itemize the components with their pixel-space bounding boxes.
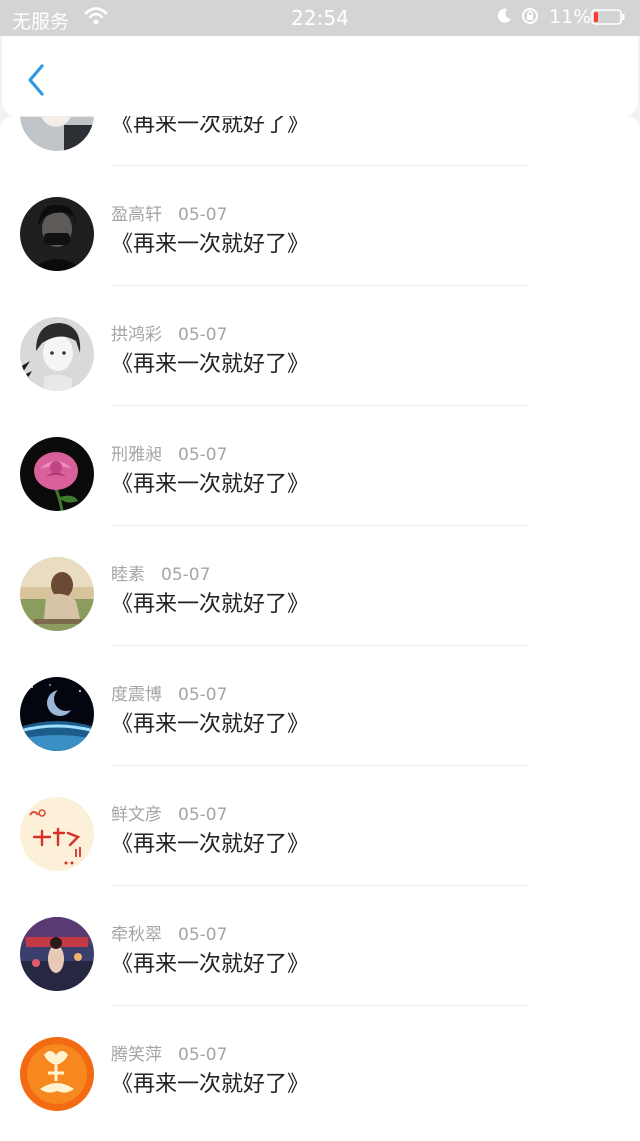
comment-date: 05-07: [161, 565, 211, 585]
list-item[interactable]: 牵秋翠 05-07 《再来一次就好了》: [0, 886, 640, 1006]
comment-meta: 睦素 05-07: [111, 560, 210, 585]
girl-field-icon: [20, 557, 94, 631]
username[interactable]: 腾笑萍: [111, 1040, 162, 1065]
list-item[interactable]: 刑雅昶 05-07 《再来一次就好了》: [0, 406, 640, 526]
battery-percent: 11%: [549, 6, 592, 28]
stage-icon: [20, 917, 94, 991]
battery-icon: [591, 9, 625, 25]
comment-text: 《再来一次就好了》: [111, 592, 310, 617]
comment-meta: 刑雅昶 05-07: [111, 440, 227, 465]
avatar-portrait-light-icon: [20, 116, 94, 151]
list-item[interactable]: 《再来一次就好了》: [0, 116, 640, 166]
avatar[interactable]: [20, 677, 94, 751]
comment-text: 《再来一次就好了》: [111, 712, 310, 737]
list-item[interactable]: 度震博 05-07 《再来一次就好了》: [0, 646, 640, 766]
username[interactable]: 睦素: [111, 560, 145, 585]
comment-date: 05-07: [178, 805, 228, 825]
moon-icon: [497, 8, 511, 23]
comment-date: 05-07: [178, 925, 228, 945]
comment-text: 《再来一次就好了》: [111, 352, 310, 377]
comment-date: 05-07: [178, 205, 228, 225]
rose-icon: [20, 437, 94, 511]
comment-date: 05-07: [178, 685, 228, 705]
navigation-bar: [2, 36, 638, 116]
avatar[interactable]: [20, 917, 94, 991]
avatar[interactable]: [20, 1037, 94, 1111]
list-item[interactable]: 盈高轩 05-07 《再来一次就好了》: [0, 166, 640, 286]
clock: 22:54: [291, 6, 349, 30]
list-item[interactable]: 鲜文彦 05-07 《再来一次就好了》: [0, 766, 640, 886]
planet-icon: [20, 677, 94, 751]
avatar[interactable]: [20, 317, 94, 391]
avatar[interactable]: [20, 116, 94, 151]
comment-meta: 度震博 05-07: [111, 680, 227, 705]
comment-meta: 牵秋翠 05-07: [111, 920, 227, 945]
comment-meta: 鲜文彦 05-07: [111, 800, 227, 825]
comment-text: 《再来一次就好了》: [111, 952, 310, 977]
comment-meta: 盈高轩 05-07: [111, 200, 227, 225]
comment-list[interactable]: 《再来一次就好了》 盈高轩 05-07 《再来一次就好了》 拱鸿彩 05-07 …: [0, 116, 640, 1141]
username[interactable]: 鲜文彦: [111, 800, 162, 825]
username[interactable]: 刑雅昶: [111, 440, 162, 465]
comment-date: 05-07: [178, 1045, 228, 1065]
avatar-portrait-bw-icon: [20, 317, 94, 391]
comment-date: 05-07: [178, 445, 228, 465]
comment-text: 《再来一次就好了》: [111, 1072, 310, 1097]
orange-emblem-icon: [20, 1037, 94, 1111]
comment-meta: 拱鸿彩 05-07: [111, 320, 227, 345]
list-item[interactable]: 睦素 05-07 《再来一次就好了》: [0, 526, 640, 646]
username[interactable]: 度震博: [111, 680, 162, 705]
list-item[interactable]: 腾笑萍 05-07 《再来一次就好了》: [0, 1006, 640, 1126]
status-bar: 无服务 22:54 11%: [0, 0, 640, 36]
avatar[interactable]: [20, 437, 94, 511]
avatar[interactable]: [20, 197, 94, 271]
avatar-portrait-dark-icon: [20, 197, 94, 271]
comment-text: 《再来一次就好了》: [111, 116, 310, 137]
comment-text: 《再来一次就好了》: [111, 472, 310, 497]
username[interactable]: 拱鸿彩: [111, 320, 162, 345]
username[interactable]: 盈高轩: [111, 200, 162, 225]
comment-text: 《再来一次就好了》: [111, 832, 310, 857]
avatar[interactable]: [20, 557, 94, 631]
chevron-left-icon[interactable]: [24, 62, 48, 98]
comment-date: 05-07: [178, 325, 228, 345]
rotation-lock-icon: [522, 8, 538, 24]
comment-meta: 腾笑萍 05-07: [111, 1040, 227, 1065]
comment-text: 《再来一次就好了》: [111, 232, 310, 257]
list-item[interactable]: 拱鸿彩 05-07 《再来一次就好了》: [0, 286, 640, 406]
cartoon-text-icon: [20, 797, 94, 871]
username[interactable]: 牵秋翠: [111, 920, 162, 945]
avatar[interactable]: [20, 797, 94, 871]
